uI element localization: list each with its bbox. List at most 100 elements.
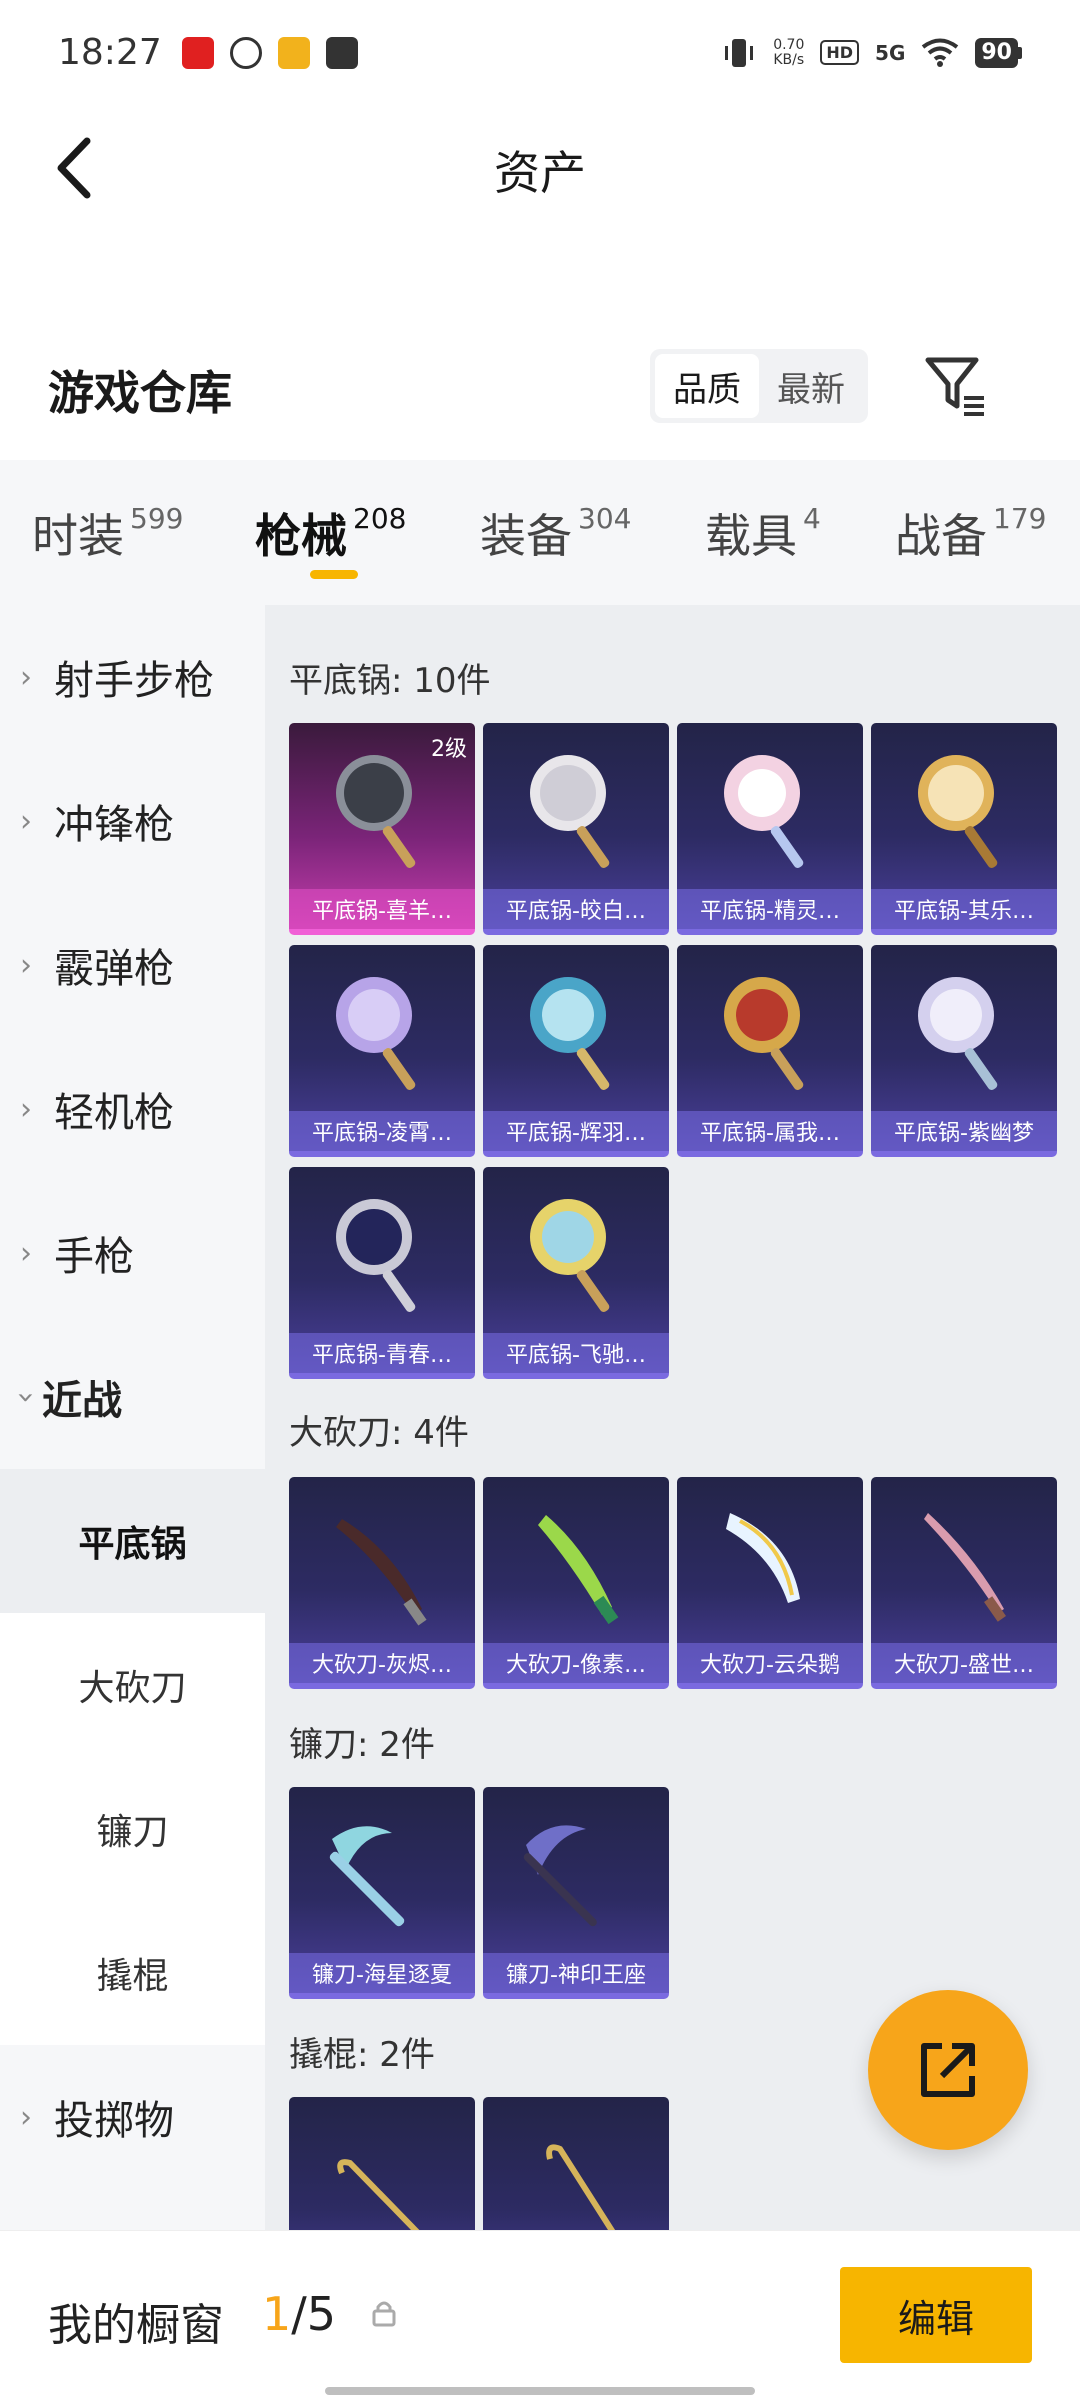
tab-label: 战备 [895,509,987,563]
item-card[interactable]: 平底锅-飞驰… [483,1167,669,1379]
app-notification-icon [325,36,358,69]
frying-pan-icon [336,755,416,868]
section-title: 大砍刀: 4件 [289,1413,469,1453]
tab-label: 载具 [705,509,797,563]
section-title: 撬棍: 2件 [289,2035,435,2075]
sickle-icon [329,1826,405,1927]
battery-indicator: 90 [975,37,1022,68]
sidebar-item-marksman-rifle[interactable]: › 射手步枪 [0,605,265,749]
bottom-bar: 我的橱窗 1/5 编辑 [0,2230,1080,2400]
active-tab-indicator [310,570,358,579]
item-name: 大砍刀-像素… [483,1643,669,1683]
share-icon [921,2043,975,2097]
showcase-total: /5 [291,2287,337,2341]
item-name: 平底锅-飞驰… [483,1333,669,1373]
tab-count: 4 [803,502,821,535]
item-card[interactable]: 大砍刀-灰烬… [289,1477,475,1689]
item-card[interactable]: 大砍刀-云朵鹅 [677,1477,863,1689]
back-arrow-icon [57,137,91,199]
item-name: 平底锅-皎白… [483,889,669,929]
tab-fashion[interactable]: 时装 599 [32,500,183,566]
sort-option-quality[interactable]: 品质 [655,354,759,418]
item-card[interactable]: 镰刀-神印王座 [483,1787,669,1999]
battery-level: 90 [975,37,1018,68]
sidebar-item-label: 轻机枪 [54,1090,174,1136]
item-card[interactable]: 大砍刀-盛世… [871,1477,1057,1689]
sidebar-item-pistol[interactable]: › 手枪 [0,1181,265,1325]
tab-vehicles[interactable]: 载具 4 [705,500,821,566]
item-name: 平底锅-青春… [289,1333,475,1373]
sickle-icon [523,1825,597,1927]
machete-icon [538,1515,619,1625]
item-card[interactable] [483,2097,669,2230]
tab-count: 304 [578,502,632,535]
showcase-label: 我的橱窗 [48,2300,224,2351]
sort-toggle: 品质 最新 [650,349,868,423]
signal-indicator: 5G [875,40,906,65]
wifi-icon [922,38,959,67]
nav-header: 资产 [0,105,1080,235]
sidebar-subitem-sickle[interactable]: 镰刀 [0,1757,265,1901]
item-name: 大砍刀-云朵鹅 [677,1643,863,1683]
sidebar-item-shotgun[interactable]: › 霰弹枪 [0,893,265,1037]
item-card[interactable]: 平底锅-凌霄… [289,945,475,1157]
item-card[interactable]: 镰刀-海星逐夏 [289,1787,475,1999]
category-tabs: 时装 599 枪械 208 装备 304 载具 4 战备 179 [0,460,1080,605]
sidebar-item-melee[interactable]: › 近战 [0,1325,265,1469]
sort-option-newest[interactable]: 最新 [759,354,863,418]
filter-button[interactable] [920,350,990,420]
frying-pan-icon [918,755,998,868]
item-card[interactable]: 平底锅-属我… [677,945,863,1157]
back-button[interactable] [40,133,110,203]
sidebar-item-label: 手枪 [54,1234,134,1280]
item-name: 镰刀-海星逐夏 [289,1953,475,1993]
item-card[interactable]: 平底锅-紫幽梦 [871,945,1057,1157]
crowbar-icon [337,2159,420,2230]
page-title: 资产 [494,146,586,200]
tab-firearms[interactable]: 枪械 208 [255,500,406,566]
chevron-right-icon: › [20,2099,32,2135]
item-card[interactable]: 平底锅-皎白… [483,723,669,935]
sidebar-item-smg[interactable]: › 冲锋枪 [0,749,265,893]
share-button[interactable] [868,1990,1028,2150]
item-name: 平底锅-属我… [677,1111,863,1151]
home-indicator[interactable] [325,2387,755,2395]
sidebar-subitem-frying-pan[interactable]: 平底锅 [0,1469,265,1613]
section-title: 镰刀: 2件 [289,1725,435,1765]
net-speed-unit: KB/s [773,51,805,68]
crowbar-icon [546,2144,616,2230]
app-notification-icon [181,36,214,69]
sidebar-subitem-machete[interactable]: 大砍刀 [0,1613,265,1757]
frying-pan-icon [724,755,804,868]
item-card[interactable]: 平底锅-精灵… [677,723,863,935]
tab-supplies[interactable]: 战备 179 [895,500,1046,566]
frying-pan-icon [724,977,804,1090]
item-name: 平底锅-其乐… [871,889,1057,929]
sidebar-item-lmg[interactable]: › 轻机枪 [0,1037,265,1181]
net-speed-value: 0.70 [773,36,805,53]
chevron-right-icon: › [20,1235,32,1271]
items-grid: 平底锅: 10件 2级 平底锅-喜羊… 平底锅-皎白… 平底锅-精灵… 平底锅-… [265,605,1080,2230]
item-card[interactable]: 2级 平底锅-喜羊… [289,723,475,935]
item-card[interactable]: 平底锅-青春… [289,1167,475,1379]
tab-equipment[interactable]: 装备 304 [480,500,631,566]
tab-count: 179 [993,502,1047,535]
status-bar: 18:27 0.70 KB/s HD 5G 90 [0,0,1080,105]
item-card[interactable] [289,2097,475,2230]
sidebar-subitem-crowbar[interactable]: 撬棍 [0,1901,265,2045]
app-notification-icon [229,36,262,69]
sidebar-item-label: 投掷物 [54,2098,174,2144]
tab-label: 时装 [32,509,124,563]
frying-pan-icon [336,1199,416,1312]
section-title: 平底锅: 10件 [289,661,491,701]
sidebar-item-label: 近战 [42,1378,122,1424]
sidebar-item-label: 冲锋枪 [54,802,174,848]
tab-count: 599 [130,502,184,535]
item-card[interactable]: 平底锅-辉羽… [483,945,669,1157]
sidebar-item-throwables[interactable]: › 投掷物 [0,2045,265,2189]
machete-icon [726,1513,800,1603]
network-speed: 0.70 KB/s [773,36,805,68]
item-card[interactable]: 大砍刀-像素… [483,1477,669,1689]
edit-button[interactable]: 编辑 [840,2267,1032,2363]
item-card[interactable]: 平底锅-其乐… [871,723,1057,935]
